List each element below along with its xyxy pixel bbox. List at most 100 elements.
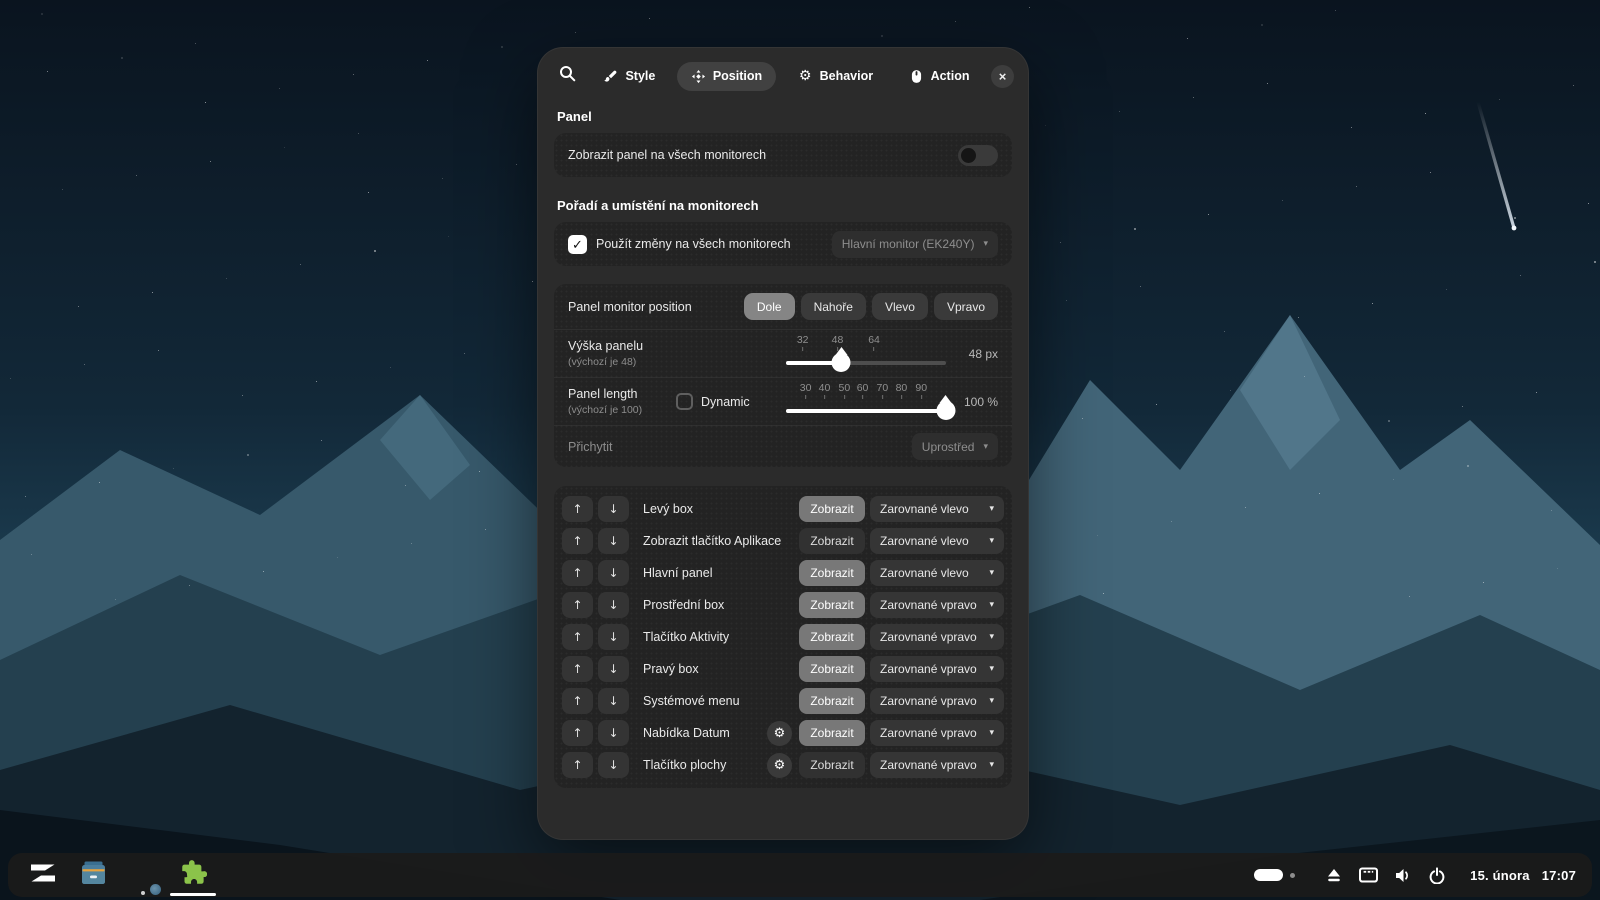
move-down-button[interactable]: ↓ [598, 752, 629, 778]
visibility-toggle-button[interactable]: Zobrazit [799, 688, 865, 714]
eject-icon[interactable] [1326, 868, 1342, 882]
alignment-dropdown[interactable]: Zarovnané vpravo ▾ [870, 624, 1004, 650]
dynamic-checkbox[interactable] [676, 393, 693, 410]
taskbar: 15. února 17:07 [8, 853, 1592, 897]
visibility-toggle-button[interactable]: Zobrazit [799, 560, 865, 586]
panel-height-slider[interactable]: 32 48 64 [784, 333, 948, 375]
element-row: ↑ ↓ Systémové menu Zobrazit Zarovnané vp… [562, 685, 1004, 717]
move-up-button[interactable]: ↑ [562, 592, 593, 618]
visibility-toggle-button[interactable]: Zobrazit [799, 528, 865, 554]
arrow-down-icon: ↓ [608, 726, 619, 740]
position-option-vlevo[interactable]: Vlevo [871, 293, 928, 320]
app-files[interactable] [74, 853, 112, 897]
arrow-up-icon: ↑ [572, 726, 583, 740]
panel-height-sublabel: (výchozí je 48) [568, 356, 637, 368]
visibility-toggle-button[interactable]: Zobrazit [799, 624, 865, 650]
move-down-button[interactable]: ↓ [598, 592, 629, 618]
arrow-up-icon: ↑ [572, 502, 583, 516]
height-slider-handle[interactable] [831, 352, 851, 372]
move-down-button[interactable]: ↓ [598, 720, 629, 746]
tab-action[interactable]: Action [895, 62, 984, 91]
tab-style[interactable]: Style [589, 62, 669, 91]
position-option-dole[interactable]: Dole [743, 293, 795, 320]
move-down-button[interactable]: ↓ [598, 624, 629, 650]
visibility-toggle-button[interactable]: Zobrazit [799, 656, 865, 682]
alignment-dropdown[interactable]: Zarovnané vlevo ▾ [870, 528, 1004, 554]
visibility-toggle-button[interactable]: Zobrazit [799, 592, 865, 618]
apply-all-monitors-row: ✓ Použít změny na všech monitorech Hlavn… [554, 222, 1012, 266]
section-heading-panel: Panel [557, 109, 592, 124]
visibility-toggle-button[interactable]: Zobrazit [799, 752, 865, 778]
app-firefox[interactable] [124, 853, 162, 897]
alignment-dropdown[interactable]: Zarovnané vpravo ▾ [870, 656, 1004, 682]
height-slider-track [786, 360, 946, 365]
section-heading-order: Pořadí a umístění na monitorech [557, 198, 759, 213]
alignment-value: Zarovnané vpravo [880, 758, 977, 772]
move-up-button[interactable]: ↑ [562, 624, 593, 650]
element-settings-button[interactable]: ⚙ [767, 752, 792, 778]
anchor-value: Uprostřed [921, 439, 975, 454]
anchor-dropdown[interactable]: Uprostřed ▾ [911, 433, 998, 460]
arrow-down-icon: ↓ [608, 694, 619, 708]
move-up-button[interactable]: ↑ [562, 688, 593, 714]
taskbar-apps [24, 853, 216, 897]
app-extensions[interactable] [170, 853, 216, 897]
move-up-button[interactable]: ↑ [562, 656, 593, 682]
alignment-dropdown[interactable]: Zarovnané vlevo ▾ [870, 560, 1004, 586]
move-up-button[interactable]: ↑ [562, 752, 593, 778]
tab-position[interactable]: Position [676, 61, 777, 91]
extensions-icon [180, 859, 207, 891]
visibility-toggle-button[interactable]: Zobrazit [799, 496, 865, 522]
move-down-button[interactable]: ↓ [598, 656, 629, 682]
panel-length-slider[interactable]: 30 40 50 60 70 80 90 [784, 381, 956, 423]
arrow-up-icon: ↑ [572, 598, 583, 612]
move-down-button[interactable]: ↓ [598, 496, 629, 522]
move-up-button[interactable]: ↑ [562, 496, 593, 522]
move-up-button[interactable]: ↑ [562, 720, 593, 746]
alignment-value: Zarovnané vpravo [880, 598, 977, 612]
chevron-down-icon: ▾ [989, 632, 994, 642]
apply-all-checkbox[interactable]: ✓ [568, 234, 587, 254]
monitor-select-dropdown[interactable]: Hlavní monitor (EK240Y) ▾ [831, 230, 998, 258]
alignment-dropdown[interactable]: Zarovnané vpravo ▾ [870, 720, 1004, 746]
volume-icon[interactable] [1395, 868, 1412, 883]
length-ticks: 30 40 50 60 70 80 90 [784, 382, 948, 400]
tab-behavior[interactable]: ⚙ Behavior [784, 62, 888, 90]
position-option-vpravo[interactable]: Vpravo [933, 293, 998, 320]
tab-label: Style [625, 69, 656, 83]
move-down-button[interactable]: ↓ [598, 528, 629, 554]
anchor-row: Přichytit Uprostřed ▾ [554, 425, 1012, 467]
element-label: Systémové menu [643, 694, 740, 708]
gear-icon: ⚙ [798, 68, 812, 84]
show-panel-all-monitors-toggle[interactable] [958, 144, 998, 166]
move-down-button[interactable]: ↓ [598, 560, 629, 586]
move-down-button[interactable]: ↓ [598, 688, 629, 714]
screen-share-icon[interactable] [1359, 867, 1379, 883]
arrow-down-icon: ↓ [608, 566, 619, 580]
close-button[interactable]: × [991, 64, 1014, 88]
length-slider-handle[interactable] [936, 400, 956, 420]
search-button[interactable] [552, 61, 582, 91]
slider-tick: 32 [797, 334, 809, 351]
arrow-down-icon: ↓ [608, 502, 619, 516]
position-option-nahore[interactable]: Nahoře [800, 293, 866, 320]
system-tray[interactable]: 15. února 17:07 [1254, 866, 1576, 884]
move-up-button[interactable]: ↑ [562, 528, 593, 554]
alignment-dropdown[interactable]: Zarovnané vpravo ▾ [870, 752, 1004, 778]
move-icon [691, 69, 706, 84]
panel-height-value: 48 px [968, 346, 998, 361]
move-up-button[interactable]: ↑ [562, 560, 593, 586]
battery-status-dot [1290, 872, 1296, 878]
power-icon[interactable] [1429, 866, 1445, 884]
app-zorin-menu[interactable] [24, 853, 62, 897]
alignment-dropdown[interactable]: Zarovnané vlevo ▾ [870, 496, 1004, 522]
panel-elements-card: ↑ ↓ Levý box Zobrazit Zarovnané vlevo ▾ … [554, 486, 1012, 788]
arrow-up-icon: ↑ [572, 534, 583, 548]
chevron-down-icon: ▾ [989, 536, 994, 546]
alignment-dropdown[interactable]: Zarovnané vpravo ▾ [870, 688, 1004, 714]
alignment-dropdown[interactable]: Zarovnané vpravo ▾ [870, 592, 1004, 618]
element-settings-button[interactable]: ⚙ [767, 720, 792, 746]
clock[interactable]: 15. února 17:07 [1470, 868, 1576, 883]
element-label: Pravý box [643, 662, 699, 676]
visibility-toggle-button[interactable]: Zobrazit [799, 720, 865, 746]
